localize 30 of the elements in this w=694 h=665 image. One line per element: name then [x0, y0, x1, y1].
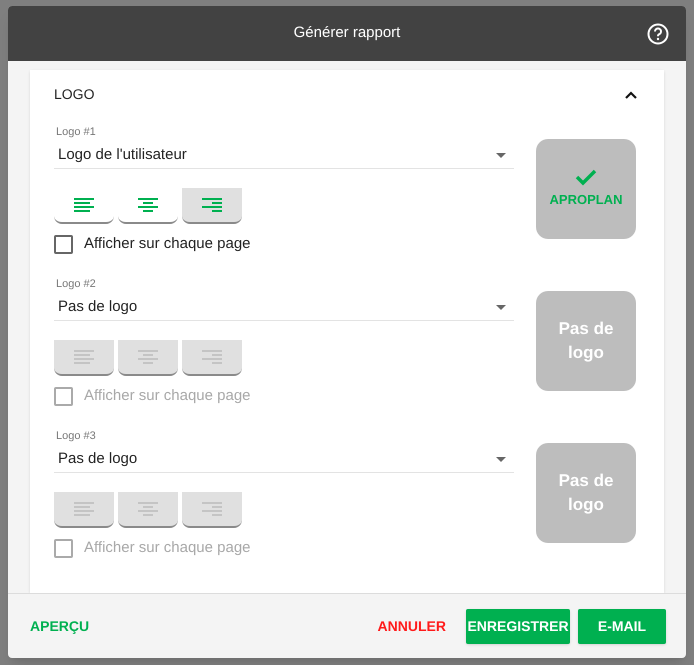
- align-center-icon: [138, 198, 158, 212]
- section-title: LOGO: [54, 84, 94, 104]
- dropdown-caret-icon: [496, 305, 506, 310]
- dialog-title: Générer rapport: [294, 23, 400, 44]
- save-button[interactable]: ENREGISTRER: [466, 608, 570, 644]
- align-left-icon: [74, 350, 94, 364]
- align-center-icon: [138, 350, 158, 364]
- chevron-up-icon[interactable]: [624, 90, 638, 98]
- align-left-icon: [74, 198, 94, 212]
- dropdown-caret-icon: [496, 153, 506, 158]
- dropdown-caret-icon: [496, 457, 506, 462]
- field-label: Logo #2: [55, 277, 97, 291]
- email-button[interactable]: E-MAIL: [578, 608, 666, 644]
- show-on-every-page-checkbox[interactable]: Afficher sur chaque page: [54, 233, 514, 256]
- help-icon[interactable]: [647, 23, 669, 45]
- logo-preview: Pas de logo: [536, 291, 636, 391]
- align-button[interactable]: [182, 188, 242, 224]
- cancel-button[interactable]: ANNULER: [378, 616, 446, 636]
- align-left-icon: [74, 502, 94, 516]
- align-right-icon: [202, 198, 222, 212]
- align-center-icon: [138, 502, 158, 516]
- logo-select[interactable]: Logo de l'utilisateur: [54, 143, 514, 169]
- align-right-icon: [202, 350, 222, 364]
- logo-text: APROPLAN: [550, 190, 622, 209]
- field-label: Logo #1: [55, 125, 97, 139]
- check-icon: [575, 168, 597, 186]
- logo-preview: Pas de logo: [536, 443, 636, 543]
- field-label: Logo #3: [55, 429, 97, 443]
- align-right-icon: [202, 502, 222, 516]
- preview-button[interactable]: APERÇU: [30, 616, 90, 636]
